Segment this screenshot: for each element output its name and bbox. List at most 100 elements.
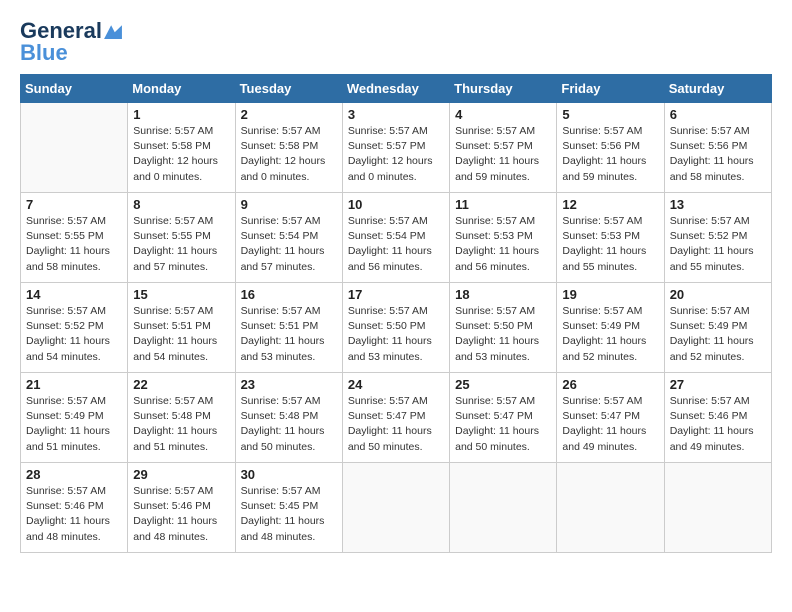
calendar-cell: 9 Sunrise: 5:57 AMSunset: 5:54 PMDaylight… — [235, 193, 342, 283]
day-of-week-header: Wednesday — [342, 75, 449, 103]
day-info: Sunrise: 5:57 AMSunset: 5:45 PMDaylight:… — [241, 484, 337, 545]
day-number: 3 — [348, 107, 444, 122]
calendar-header-row: SundayMondayTuesdayWednesdayThursdayFrid… — [21, 75, 772, 103]
calendar-cell: 28Sunrise: 5:57 AMSunset: 5:46 PMDayligh… — [21, 463, 128, 553]
calendar-cell: 18 Sunrise: 5:57 AMSunset: 5:50 PMDayligh… — [450, 283, 557, 373]
day-number: 22 — [133, 377, 229, 392]
day-number: 11 — [455, 197, 551, 212]
calendar-cell: 8 Sunrise: 5:57 AMSunset: 5:55 PMDaylight… — [128, 193, 235, 283]
day-info: Sunrise: 5:57 AMSunset: 5:51 PMDaylight:… — [241, 304, 337, 365]
day-info: Sunrise: 5:57 AMSunset: 5:55 PMDaylight:… — [133, 214, 229, 275]
calendar-week-row: 7 Sunrise: 5:57 AMSunset: 5:55 PMDaylight… — [21, 193, 772, 283]
calendar-cell: 24 Sunrise: 5:57 AMSunset: 5:47 PMDayligh… — [342, 373, 449, 463]
day-of-week-header: Saturday — [664, 75, 771, 103]
day-number: 6 — [670, 107, 766, 122]
day-number: 25 — [455, 377, 551, 392]
calendar-cell: 26 Sunrise: 5:57 AMSunset: 5:47 PMDayligh… — [557, 373, 664, 463]
day-info: Sunrise: 5:57 AMSunset: 5:52 PMDaylight:… — [670, 214, 766, 275]
day-of-week-header: Tuesday — [235, 75, 342, 103]
day-number: 9 — [241, 197, 337, 212]
day-number: 7 — [26, 197, 122, 212]
calendar-cell — [342, 463, 449, 553]
day-info: Sunrise: 5:57 AMSunset: 5:57 PMDaylight:… — [455, 124, 551, 185]
calendar-cell: 4 Sunrise: 5:57 AMSunset: 5:57 PMDaylight… — [450, 103, 557, 193]
day-info: Sunrise: 5:57 AMSunset: 5:47 PMDaylight:… — [562, 394, 658, 455]
calendar-cell: 16 Sunrise: 5:57 AMSunset: 5:51 PMDayligh… — [235, 283, 342, 373]
day-number: 5 — [562, 107, 658, 122]
day-number: 16 — [241, 287, 337, 302]
page-header: General Blue — [20, 20, 772, 64]
calendar-cell: 13 Sunrise: 5:57 AMSunset: 5:52 PMDayligh… — [664, 193, 771, 283]
calendar-week-row: 28 Sunrise: 5:57 AMSunset: 5:46 PMDayligh… — [21, 463, 772, 553]
logo-line2: Blue — [20, 42, 68, 64]
day-of-week-header: Friday — [557, 75, 664, 103]
day-number: 13 — [670, 197, 766, 212]
calendar-cell: 3 Sunrise: 5:57 AMSunset: 5:57 PMDaylight… — [342, 103, 449, 193]
calendar-table: SundayMondayTuesdayWednesdayThursdayFrid… — [20, 74, 772, 553]
day-number: 4 — [455, 107, 551, 122]
calendar-cell: 29 Sunrise: 5:57 AMSunset: 5:46 PMDayligh… — [128, 463, 235, 553]
day-info: Sunrise: 5:57 AMSunset: 5:50 PMDaylight:… — [455, 304, 551, 365]
calendar-cell: 7 Sunrise: 5:57 AMSunset: 5:55 PMDaylight… — [21, 193, 128, 283]
calendar-cell: 19 Sunrise: 5:57 AMSunset: 5:49 PMDayligh… — [557, 283, 664, 373]
logo: General Blue — [20, 20, 122, 64]
day-number: 26 — [562, 377, 658, 392]
logo-text: General — [20, 20, 122, 42]
calendar-cell: 11Sunrise: 5:57 AMSunset: 5:53 PMDayligh… — [450, 193, 557, 283]
day-of-week-header: Thursday — [450, 75, 557, 103]
calendar-cell: 1Sunrise: 5:57 AMSunset: 5:58 PMDaylight… — [128, 103, 235, 193]
calendar-cell: 22 Sunrise: 5:57 AMSunset: 5:48 PMDayligh… — [128, 373, 235, 463]
calendar-body: 1Sunrise: 5:57 AMSunset: 5:58 PMDaylight… — [21, 103, 772, 553]
day-number: 28 — [26, 467, 122, 482]
day-info: Sunrise: 5:57 AMSunset: 5:49 PMDaylight:… — [562, 304, 658, 365]
calendar-cell: 25Sunrise: 5:57 AMSunset: 5:47 PMDayligh… — [450, 373, 557, 463]
calendar-cell: 5 Sunrise: 5:57 AMSunset: 5:56 PMDaylight… — [557, 103, 664, 193]
calendar-cell: 20 Sunrise: 5:57 AMSunset: 5:49 PMDayligh… — [664, 283, 771, 373]
day-number: 29 — [133, 467, 229, 482]
calendar-cell: 12 Sunrise: 5:57 AMSunset: 5:53 PMDayligh… — [557, 193, 664, 283]
day-number: 20 — [670, 287, 766, 302]
day-info: Sunrise: 5:57 AMSunset: 5:54 PMDaylight:… — [348, 214, 444, 275]
day-number: 12 — [562, 197, 658, 212]
calendar-week-row: 21Sunrise: 5:57 AMSunset: 5:49 PMDayligh… — [21, 373, 772, 463]
day-info: Sunrise: 5:57 AMSunset: 5:56 PMDaylight:… — [670, 124, 766, 185]
day-number: 15 — [133, 287, 229, 302]
day-number: 1 — [133, 107, 229, 122]
calendar-cell: 17 Sunrise: 5:57 AMSunset: 5:50 PMDayligh… — [342, 283, 449, 373]
day-info: Sunrise: 5:57 AMSunset: 5:50 PMDaylight:… — [348, 304, 444, 365]
calendar-cell: 23 Sunrise: 5:57 AMSunset: 5:48 PMDayligh… — [235, 373, 342, 463]
calendar-cell: 6 Sunrise: 5:57 AMSunset: 5:56 PMDaylight… — [664, 103, 771, 193]
calendar-cell: 30 Sunrise: 5:57 AMSunset: 5:45 PMDayligh… — [235, 463, 342, 553]
day-info: Sunrise: 5:57 AMSunset: 5:55 PMDaylight:… — [26, 214, 122, 275]
calendar-cell: 2Sunrise: 5:57 AMSunset: 5:58 PMDaylight… — [235, 103, 342, 193]
calendar-week-row: 1Sunrise: 5:57 AMSunset: 5:58 PMDaylight… — [21, 103, 772, 193]
day-number: 23 — [241, 377, 337, 392]
day-number: 17 — [348, 287, 444, 302]
day-info: Sunrise: 5:57 AMSunset: 5:48 PMDaylight:… — [133, 394, 229, 455]
day-info: Sunrise: 5:57 AMSunset: 5:57 PMDaylight:… — [348, 124, 444, 185]
day-number: 8 — [133, 197, 229, 212]
day-number: 18 — [455, 287, 551, 302]
day-info: Sunrise: 5:57 AMSunset: 5:52 PMDaylight:… — [26, 304, 122, 365]
day-info: Sunrise: 5:57 AMSunset: 5:48 PMDaylight:… — [241, 394, 337, 455]
logo-icon — [104, 25, 122, 39]
day-of-week-header: Sunday — [21, 75, 128, 103]
day-info: Sunrise: 5:57 AMSunset: 5:47 PMDaylight:… — [348, 394, 444, 455]
day-number: 14 — [26, 287, 122, 302]
day-number: 24 — [348, 377, 444, 392]
day-info: Sunrise: 5:57 AMSunset: 5:54 PMDaylight:… — [241, 214, 337, 275]
calendar-cell — [557, 463, 664, 553]
calendar-cell: 15Sunrise: 5:57 AMSunset: 5:51 PMDayligh… — [128, 283, 235, 373]
day-number: 30 — [241, 467, 337, 482]
calendar-cell: 14 Sunrise: 5:57 AMSunset: 5:52 PMDayligh… — [21, 283, 128, 373]
day-info: Sunrise: 5:57 AMSunset: 5:56 PMDaylight:… — [562, 124, 658, 185]
day-number: 10 — [348, 197, 444, 212]
day-info: Sunrise: 5:57 AMSunset: 5:49 PMDaylight:… — [26, 394, 122, 455]
calendar-cell — [664, 463, 771, 553]
calendar-cell — [450, 463, 557, 553]
day-number: 19 — [562, 287, 658, 302]
day-info: Sunrise: 5:57 AMSunset: 5:46 PMDaylight:… — [133, 484, 229, 545]
calendar-week-row: 14 Sunrise: 5:57 AMSunset: 5:52 PMDayligh… — [21, 283, 772, 373]
day-info: Sunrise: 5:57 AMSunset: 5:53 PMDaylight:… — [562, 214, 658, 275]
day-info: Sunrise: 5:57 AMSunset: 5:49 PMDaylight:… — [670, 304, 766, 365]
